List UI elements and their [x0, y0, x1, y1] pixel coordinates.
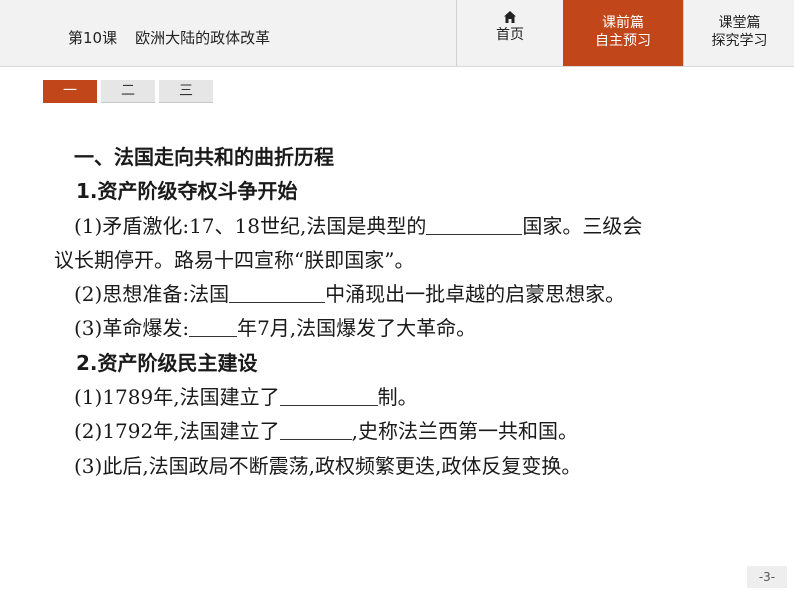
paragraph-3-text-b: 年7月,法国爆发了大革命。 [237, 316, 477, 341]
nav-classroom-line2: 探究学习 [711, 33, 768, 49]
fill-blank-5 [279, 421, 352, 441]
nav-preview-line1: 课前篇 [602, 15, 644, 31]
main-content: 一、法国走向共和的曲折历程 1.资产阶级夺权斗争开始 (1)矛盾激化:17、18… [54, 140, 744, 483]
paragraph-2-text-a: (2)思想准备:法国 [74, 282, 230, 307]
nav-home-label: 首页 [496, 27, 524, 43]
paragraph-4-text-a: (1)1789年,法国建立了 [74, 385, 280, 410]
paragraph-2-text-b: 中涌现出一批卓越的启蒙思想家。 [325, 282, 626, 307]
paragraph-6: (3)此后,法国政局不断震荡,政权频繁更迭,政体反复变换。 [74, 453, 582, 478]
nav-classroom-line1: 课堂篇 [718, 15, 761, 31]
paragraph-4: (1)1789年,法国建立了 制。 [54, 380, 744, 414]
paragraph-1-text-b: 国家。三级会 [522, 213, 643, 238]
nav-preview-button[interactable]: 课前篇 自主预习 [563, 0, 683, 66]
tab-2[interactable]: 二 [101, 80, 155, 103]
paragraph-1-continued: 议长期停开。路易十四宣称“朕即国家”。 [54, 247, 415, 272]
paragraph-3: (3)革命爆发: 年7月,法国爆发了大革命。 [54, 311, 744, 345]
lesson-title: 第10课 欧洲大陆的政体改革 [68, 27, 270, 48]
header-bar: 第10课 欧洲大陆的政体改革 首页 课前篇 自主预习 课堂篇 探究学习 [0, 0, 794, 67]
nav-classroom-button[interactable]: 课堂篇 探究学习 [683, 0, 794, 66]
paragraph-3-text-a: (3)革命爆发: [74, 316, 190, 341]
fill-blank-3 [189, 318, 238, 338]
paragraph-5-text-a: (2)1792年,法国建立了 [74, 419, 280, 444]
paragraph-2: (2)思想准备:法国 中涌现出一批卓越的启蒙思想家。 [54, 277, 744, 311]
fill-blank-4 [279, 387, 378, 407]
lesson-name: 欧洲大陆的政体改革 [135, 29, 271, 47]
paragraph-1: (1)矛盾激化:17、18世纪,法国是典型的 国家。三级会 [54, 209, 744, 243]
paragraph-5-text-b: ,史称法兰西第一共和国。 [351, 419, 578, 444]
home-icon [504, 11, 516, 23]
subsection-2-title: 2.资产阶级民主建设 [76, 350, 258, 375]
paragraph-1-text-a: (1)矛盾激化:17、18世纪,法国是典型的 [74, 213, 427, 238]
lesson-number: 第10课 [68, 29, 118, 47]
subsection-1-title: 1.资产阶级夺权斗争开始 [76, 179, 298, 204]
paragraph-5: (2)1792年,法国建立了 ,史称法兰西第一共和国。 [54, 414, 744, 448]
tab-3[interactable]: 三 [159, 80, 213, 103]
paragraph-4-text-b: 制。 [377, 385, 418, 410]
fill-blank-2 [229, 284, 326, 304]
tab-1[interactable]: 一 [43, 80, 97, 103]
fill-blank-1 [426, 216, 523, 235]
section-heading: 一、法国走向共和的曲折历程 [74, 145, 334, 169]
page-number: -3- [747, 566, 787, 588]
nav-home-button[interactable]: 首页 [456, 0, 563, 66]
nav-preview-line2: 自主预习 [595, 33, 651, 49]
